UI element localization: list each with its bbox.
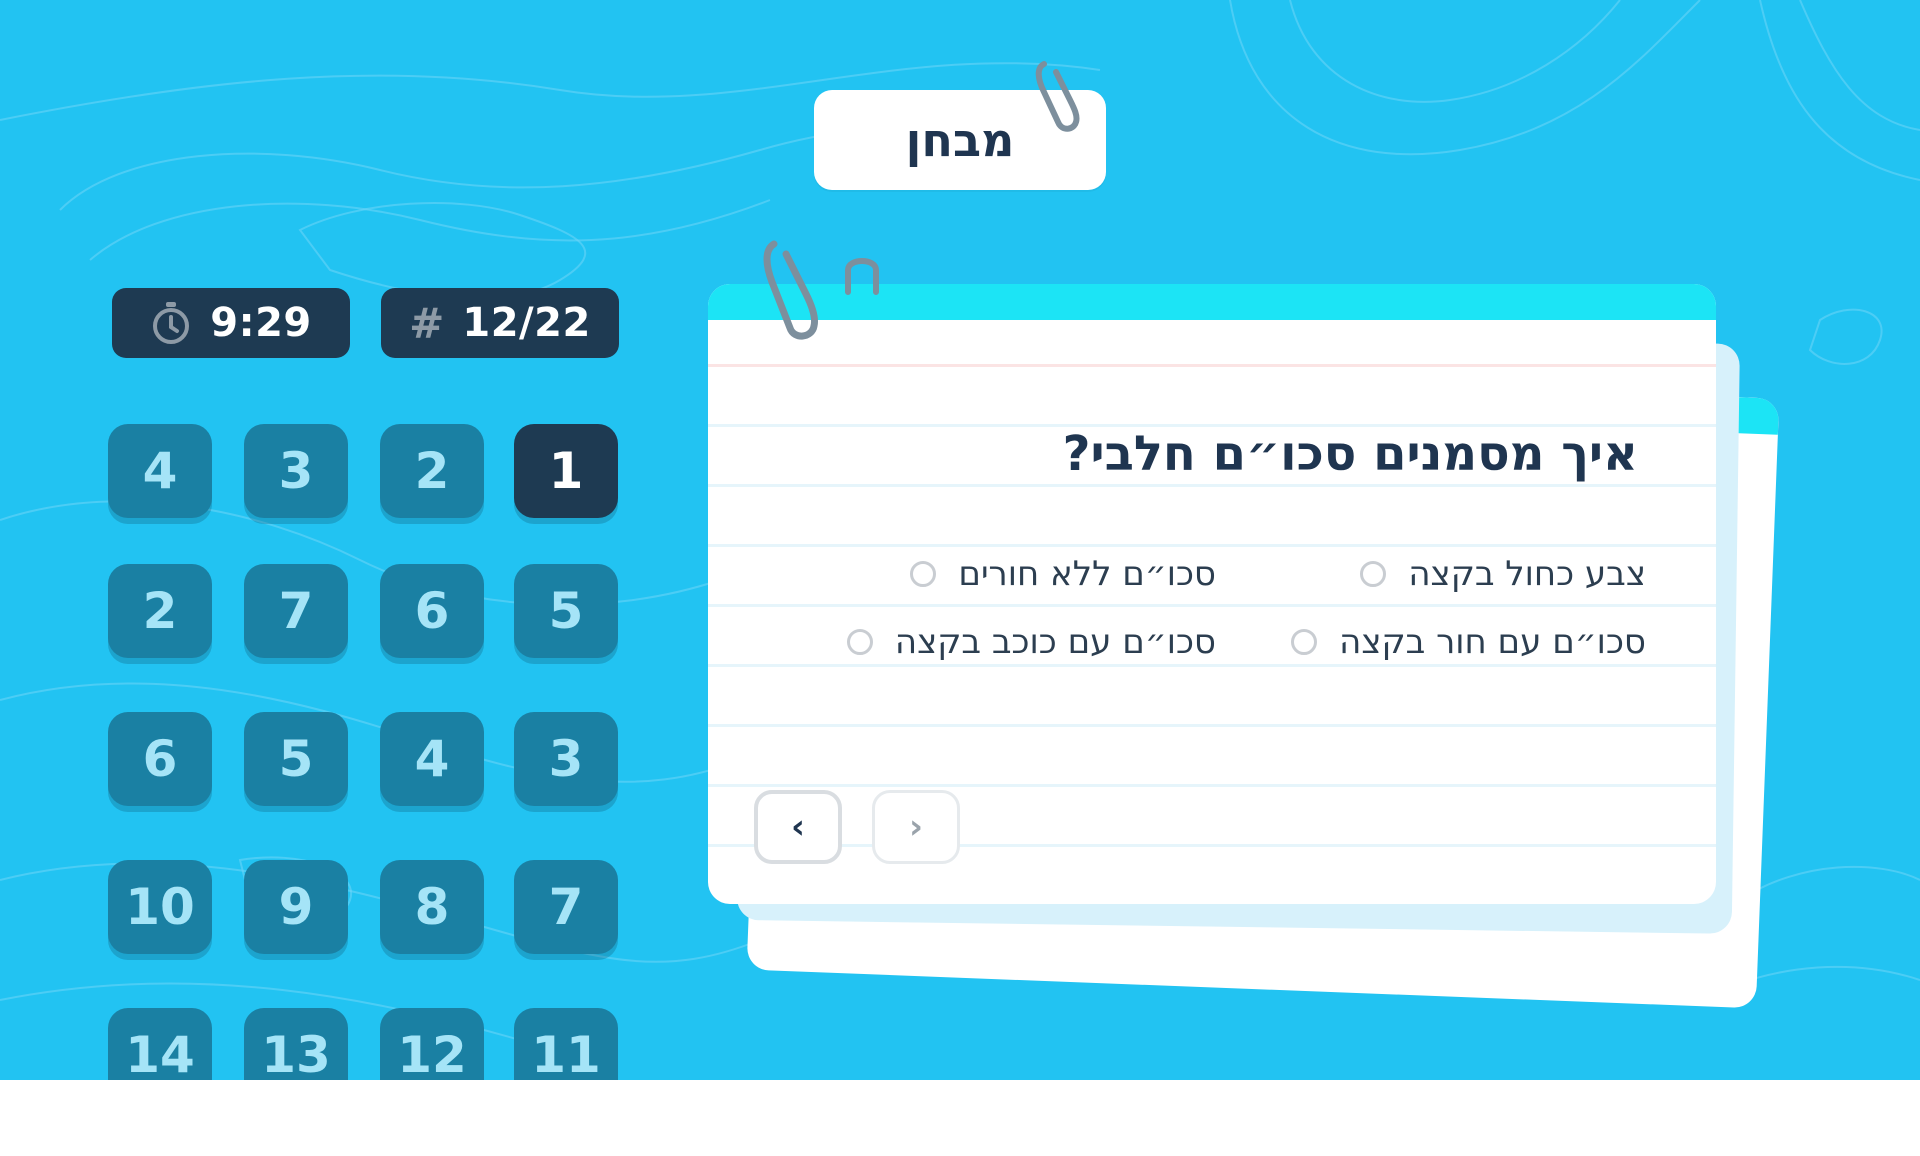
question-number-button[interactable]: 3: [244, 424, 348, 518]
chevron-left-icon: ‹: [790, 807, 805, 847]
question-counter-badge: # 12/22: [381, 288, 619, 358]
question-number-button[interactable]: 7: [514, 860, 618, 954]
question-number-button[interactable]: 5: [244, 712, 348, 806]
answer-label: צבע כחול בקצה: [1408, 554, 1646, 594]
stopwatch-icon: [153, 302, 190, 344]
question-number-button[interactable]: 7: [244, 564, 348, 658]
question-number-button[interactable]: 2: [108, 564, 212, 658]
answer-option-3[interactable]: סכו״ם עם חור בקצה: [1291, 622, 1646, 662]
timer-badge: 9:29: [112, 288, 350, 358]
quiz-stage: מבחן 9:29 # 12/22 1 2 3 4 5 6 7 2 3 4 5 6 7 8 9 10 11 12 1…: [0, 0, 1920, 1080]
question-number-button[interactable]: 4: [380, 712, 484, 806]
radio-button[interactable]: [910, 561, 937, 587]
paperclip-icon: [845, 258, 879, 295]
question-number-button[interactable]: 11: [514, 1008, 618, 1080]
question-number-button[interactable]: 13: [244, 1008, 348, 1080]
answer-option-2[interactable]: סכו״ם ללא חורים: [910, 554, 1216, 594]
question-text: איך מסמנים סכו״ם חלבי?: [1062, 426, 1638, 482]
answer-label: סכו״ם עם כוכב בקצה: [894, 622, 1216, 662]
radio-button[interactable]: [1291, 629, 1318, 655]
radio-button[interactable]: [846, 629, 873, 655]
answer-label: סכו״ם ללא חורים: [958, 554, 1216, 594]
next-button[interactable]: ›: [872, 790, 960, 864]
question-number-button[interactable]: 10: [108, 860, 212, 954]
question-number-button[interactable]: 1: [514, 424, 618, 518]
question-navigation-grid: 1 2 3 4 5 6 7 2 3 4 5 6 7 8 9 10 11 12 13 14: [108, 424, 620, 1080]
question-number-button[interactable]: 8: [380, 860, 484, 954]
chevron-right-icon: ›: [908, 807, 923, 847]
radio-button[interactable]: [1360, 561, 1387, 587]
timer-value: 9:29: [210, 300, 312, 346]
question-number-button[interactable]: 6: [108, 712, 212, 806]
previous-button[interactable]: ‹: [754, 790, 842, 864]
page-title: מבחן: [905, 113, 1015, 167]
hash-icon: #: [409, 298, 445, 348]
question-counter-value: 12/22: [462, 300, 591, 346]
question-number-button[interactable]: 6: [380, 564, 484, 658]
question-number-button[interactable]: 9: [244, 860, 348, 954]
answer-option-1[interactable]: צבע כחול בקצה: [1360, 554, 1646, 594]
question-number-button[interactable]: 5: [514, 564, 618, 658]
question-number-button[interactable]: 14: [108, 1008, 212, 1080]
paperclip-icon: [763, 240, 818, 340]
question-number-button[interactable]: 4: [108, 424, 212, 518]
question-number-button[interactable]: 3: [514, 712, 618, 806]
paperclip-icon: [1035, 61, 1080, 132]
question-number-button[interactable]: 2: [380, 424, 484, 518]
answer-label: סכו״ם עם חור בקצה: [1339, 622, 1646, 662]
answer-option-4[interactable]: סכו״ם עם כוכב בקצה: [846, 622, 1216, 662]
question-card: איך מסמנים סכו״ם חלבי? צבע כחול בקצה סכו…: [708, 284, 1716, 904]
question-number-button[interactable]: 12: [380, 1008, 484, 1080]
